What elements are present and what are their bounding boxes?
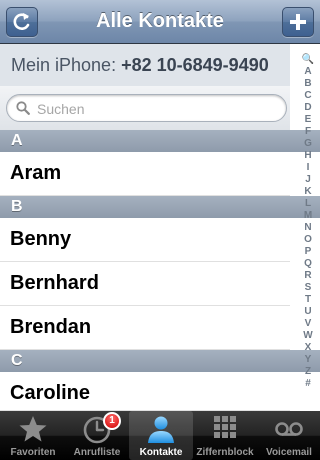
contact-row[interactable]: Caroline	[0, 372, 290, 411]
nav-bar: Alle Kontakte	[0, 0, 320, 44]
index-item[interactable]: Y	[296, 354, 320, 366]
tab-label: Favoriten	[10, 447, 56, 458]
star-icon	[19, 416, 47, 442]
contact-name: Caroline	[10, 382, 91, 404]
section-header-b: B	[0, 196, 320, 218]
index-item[interactable]: X	[296, 342, 320, 354]
my-number-value: +82 10-6849-9490	[121, 55, 269, 75]
index-item[interactable]: D	[296, 102, 320, 114]
index-item[interactable]: G	[296, 138, 320, 150]
tab-keypad[interactable]: Ziffernblock	[193, 411, 257, 460]
missed-calls-badge: 1	[103, 412, 121, 430]
index-item[interactable]: P	[296, 246, 320, 258]
index-item[interactable]: W	[296, 330, 320, 342]
tab-label: Anrufliste	[73, 447, 121, 458]
index-item[interactable]: H	[296, 150, 320, 162]
contact-row[interactable]: Aram	[0, 152, 290, 196]
search-field[interactable]	[6, 94, 287, 122]
tab-label: Ziffernblock	[196, 447, 254, 458]
index-item[interactable]: J	[296, 174, 320, 186]
section-header-a: A	[0, 130, 320, 152]
index-item[interactable]: A	[296, 66, 320, 78]
search-input[interactable]	[35, 98, 279, 120]
index-item[interactable]: C	[296, 90, 320, 102]
contact-row[interactable]: Benny	[0, 218, 290, 262]
contact-row[interactable]: Bernhard	[0, 262, 290, 306]
index-item[interactable]: #	[296, 378, 320, 390]
tab-contacts[interactable]: Kontakte	[129, 411, 193, 460]
search-bar	[0, 86, 290, 130]
add-contact-button[interactable]	[282, 7, 314, 37]
index-item[interactable]: N	[296, 222, 320, 234]
index-search-icon[interactable]: 🔍	[296, 54, 320, 66]
index-item[interactable]: V	[296, 318, 320, 330]
my-number-label: Mein iPhone:	[11, 55, 117, 75]
search-icon	[16, 101, 30, 115]
index-item[interactable]: Q	[296, 258, 320, 270]
index-item[interactable]: I	[296, 162, 320, 174]
tab-recents[interactable]: 1 Anrufliste	[65, 411, 129, 460]
tab-label: Voicemail	[266, 447, 312, 458]
index-item[interactable]: S	[296, 282, 320, 294]
contact-name: Bernhard	[10, 272, 99, 294]
index-item[interactable]: T	[296, 294, 320, 306]
index-item[interactable]: B	[296, 78, 320, 90]
index-item[interactable]: E	[296, 114, 320, 126]
contact-name: Brendan	[10, 316, 92, 338]
contact-name: Aram	[10, 162, 62, 184]
index-item[interactable]: U	[296, 306, 320, 318]
index-item[interactable]: M	[296, 210, 320, 222]
my-number-header: Mein iPhone: +82 10-6849-9490	[0, 44, 290, 86]
index-item[interactable]: Z	[296, 366, 320, 378]
tab-label: Kontakte	[139, 447, 183, 458]
contact-name: Benny	[10, 228, 72, 250]
person-icon	[148, 416, 174, 443]
contact-row[interactable]: Brendan	[0, 306, 290, 350]
tab-bar: Favoriten 1 Anrufliste Kontakte Ziffernb…	[0, 411, 320, 460]
index-item[interactable]: F	[296, 126, 320, 138]
voicemail-icon	[275, 422, 303, 436]
index-item[interactable]: O	[296, 234, 320, 246]
keypad-icon	[214, 416, 236, 438]
tab-favorites[interactable]: Favoriten	[1, 411, 65, 460]
plus-icon	[290, 14, 306, 30]
index-item[interactable]: K	[296, 186, 320, 198]
index-item[interactable]: L	[296, 198, 320, 210]
section-header-c: C	[0, 350, 320, 372]
index-item[interactable]: R	[296, 270, 320, 282]
page-title: Alle Kontakte	[96, 10, 224, 32]
tab-voicemail[interactable]: Voicemail	[257, 411, 320, 460]
section-index[interactable]: 🔍 A B C D E F G H I J K L M N O P Q R S …	[296, 54, 320, 400]
